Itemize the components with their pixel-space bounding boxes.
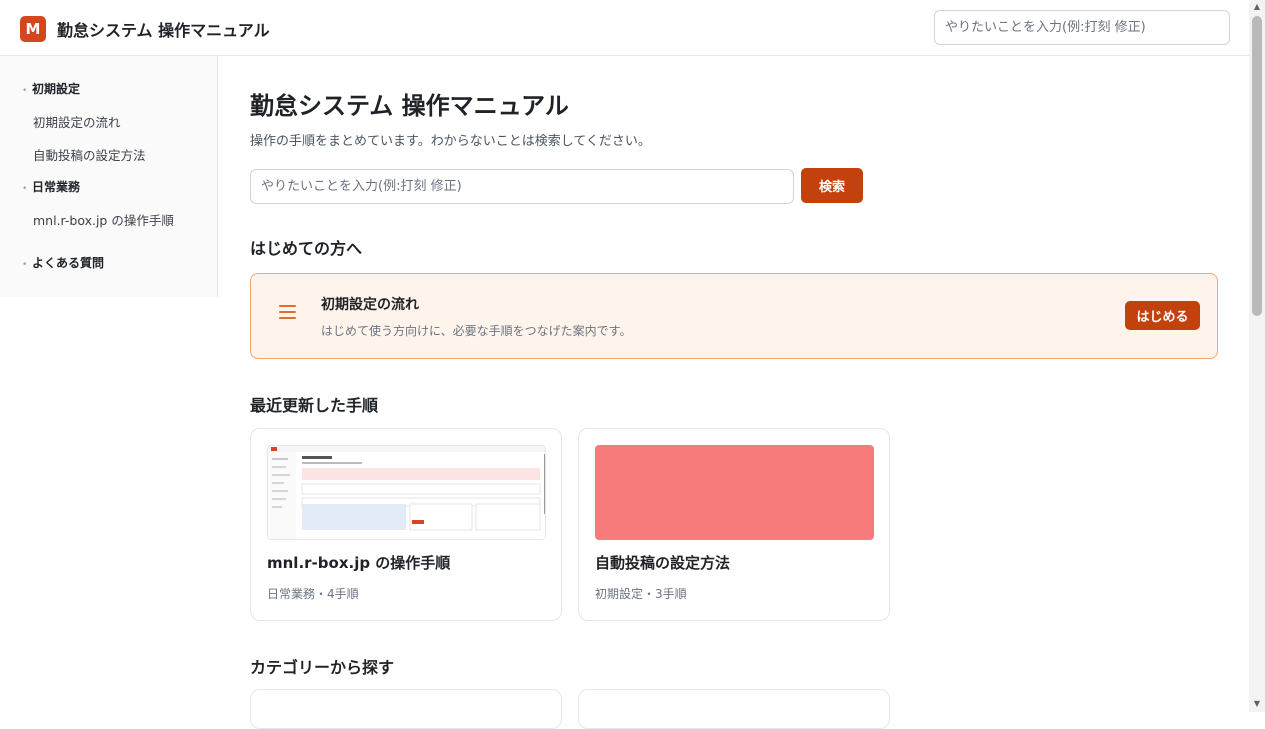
scrollbar[interactable]: ▲ ▼ [1249,0,1265,712]
header-search-input[interactable] [934,10,1230,45]
sidebar: • 初期設定 初期設定の流れ 自動投稿の設定方法 • 日常業務 mnl.r-box.… [0,56,218,297]
card-title: 自動投稿の設定方法 [595,554,731,572]
placeholder-thumbnail [595,445,874,540]
scroll-thumb[interactable] [1252,16,1262,316]
app-title[interactable]: 勤怠システム 操作マニュアル [57,17,270,41]
sidebar-section-daily-tasks[interactable]: • 日常業務 [22,178,80,195]
screenshot-thumbnail-image [268,446,545,539]
recent-card[interactable]: 自動投稿の設定方法 初期設定・3手順 [578,428,890,621]
app-logo[interactable]: M [20,16,46,42]
sidebar-item-setup-flow[interactable]: 初期設定の流れ [33,112,121,131]
start-button[interactable]: はじめる [1125,301,1200,330]
bullet-icon: • [22,260,28,270]
sidebar-section-faq[interactable]: • よくある質問 [22,254,104,271]
sidebar-item-mnl-procedure[interactable]: mnl.r-box.jp の操作手順 [33,210,174,229]
onboarding-card[interactable]: 初期設定の流れ はじめて使う方向けに、必要な手順をつなげた案内です。 はじめる [250,273,1218,359]
search-button[interactable]: 検索 [801,168,863,203]
recent-card[interactable]: mnl.r-box.jp の操作手順 日常業務・4手順 [250,428,562,621]
category-card[interactable] [250,689,562,729]
card-title: mnl.r-box.jp の操作手順 [267,554,451,572]
main-search-input[interactable] [250,169,794,204]
menu-icon [279,305,296,319]
first-time-heading: はじめての方へ [250,239,363,258]
card-meta: 日常業務・4手順 [267,587,359,601]
recent-heading: 最近更新した手順 [250,396,379,415]
sidebar-item-auto-post[interactable]: 自動投稿の設定方法 [33,145,146,164]
category-card[interactable] [578,689,890,729]
top-bar: M 勤怠システム 操作マニュアル [0,0,1249,56]
scroll-down-icon[interactable]: ▼ [1252,699,1262,709]
screenshot-thumbnail [267,445,546,540]
bullet-icon: • [22,86,28,96]
onboarding-description: はじめて使う方向けに、必要な手順をつなげた案内です。 [321,324,632,338]
category-heading: カテゴリーから探す [250,658,395,677]
scroll-up-icon[interactable]: ▲ [1252,2,1262,12]
page-subtitle: 操作の手順をまとめています。わからないことは検索してください。 [250,134,651,149]
onboarding-title: 初期設定の流れ [321,297,419,313]
sidebar-section-initial-setup[interactable]: • 初期設定 [22,80,80,97]
page-title: 勤怠システム 操作マニュアル [250,92,569,120]
bullet-icon: • [22,184,28,194]
card-meta: 初期設定・3手順 [595,587,687,601]
